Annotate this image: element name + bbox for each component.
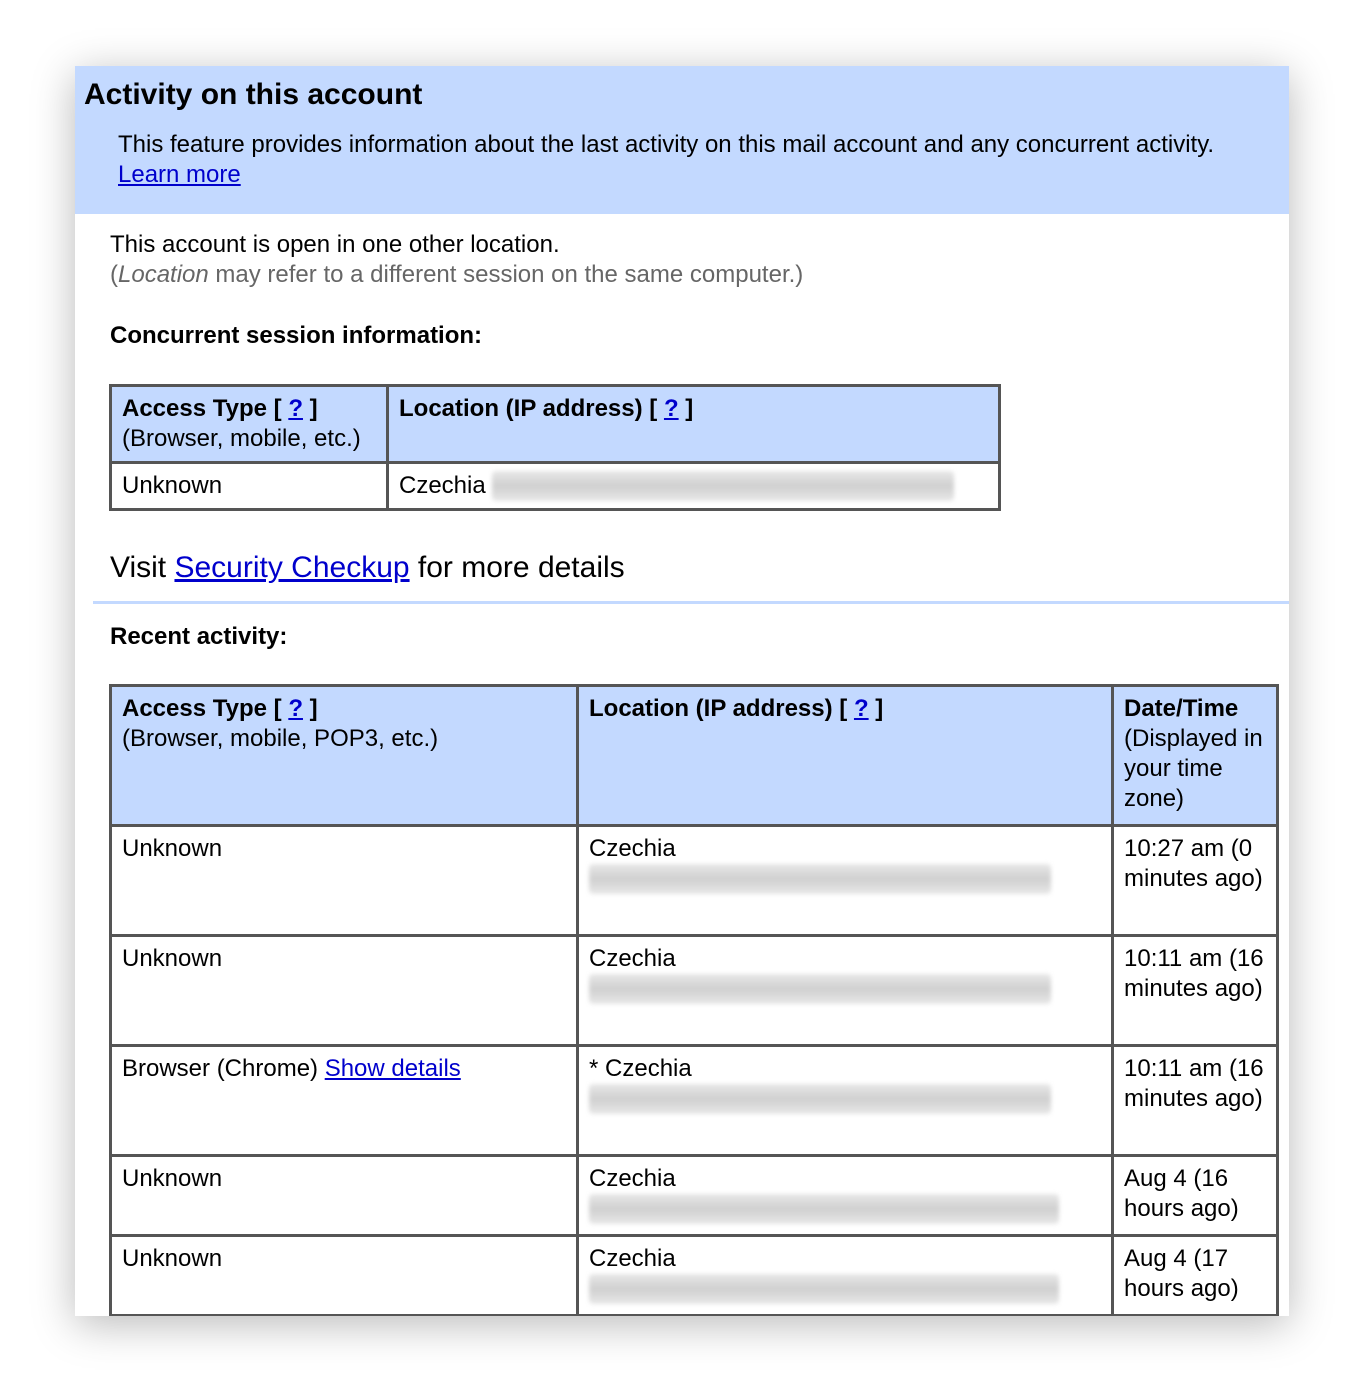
location-cell: Czechia(2a02:8308:303:b200:a941:b89f:a25… [576,1154,1114,1237]
help-link[interactable]: ? [854,695,869,722]
header-banner: Activity on this account This feature pr… [75,66,1289,214]
help-link[interactable]: ? [288,695,303,722]
location-cell: Czechia(2a02:8308:303:b200:dc78:a6d2:51b… [576,934,1114,1047]
visit-prefix: Visit [110,551,175,584]
access-type-cell: Browser (Chrome) Show details [109,1044,579,1157]
security-checkup-line: Visit Security Checkup for more details [110,549,625,587]
page-title: Activity on this account [84,78,423,111]
table-header-row: Access Type [ ? ] (Browser, mobile, POP3… [109,684,1279,827]
ip-address-blurred: (2a02:8308:303:b200:a941:b89f:a25b:42d7) [589,1194,1059,1224]
concurrent-heading: Concurrent session information: [110,322,483,349]
location-cell: Czechia (2a02:8308:303:b200:dc78:a6d2:51… [386,461,1001,511]
visit-suffix: for more details [409,551,625,584]
col-subtitle: (Browser, mobile, POP3, etc.) [122,725,439,752]
show-details-link[interactable]: Show details [325,1055,461,1082]
open-location-status: This account is open in one other locati… [110,231,560,258]
table-row: Unknown Czechia(2a02:8308:303:b200:dc78:… [109,934,1279,1047]
description-text: This feature provides information about … [118,131,1215,158]
ip-address-blurred: (2a02:8308:303:b200:dc78:a6d2:51b:b776) [589,974,1051,1004]
ip-address-blurred: (2a02:8308:303:b200:a941:b89f:a25b:42d7) [589,1274,1059,1304]
bracket: ] [875,695,884,722]
location-name: Czechia [589,1245,676,1272]
location-name: * Czechia [589,1055,692,1082]
location-cell: * Czechia(2a02:8308:303:b200:dc78:a6d2:5… [576,1044,1114,1157]
col-subtitle: (Displayed in your time zone) [1124,725,1263,812]
table-row: Browser (Chrome) Show details * Czechia(… [109,1044,1279,1157]
col-access-type: Access Type [ ? ] (Browser, mobile, POP3… [109,684,579,827]
date-time-cell: 10:11 am (16 minutes ago) [1111,934,1279,1047]
col-title: Access Type [ [122,695,282,722]
activity-panel: Activity on this account This feature pr… [75,66,1289,1316]
col-date-time: Date/Time (Displayed in your time zone) [1111,684,1279,827]
location-cell: Czechia(2a02:8308:303:b200:dc78:a6d2:51b… [576,824,1114,937]
description: This feature provides information about … [118,130,1258,190]
access-type-cell: Unknown [109,934,579,1047]
table-row: Unknown Czechia(2a02:8308:303:b200:a941:… [109,1234,1279,1316]
col-location: Location (IP address) [ ? ] [576,684,1114,827]
date-time-cell: Aug 4 (16 hours ago) [1111,1154,1279,1237]
bracket: ] [309,695,318,722]
location-cell: Czechia(2a02:8308:303:b200:a941:b89f:a25… [576,1234,1114,1316]
location-name: Czechia [589,945,676,972]
access-type-cell: Unknown [109,1234,579,1316]
note-open: ( [110,261,118,288]
security-checkup-link[interactable]: Security Checkup [174,551,409,584]
recent-activity-heading: Recent activity: [110,623,288,650]
ip-address-blurred: (2a02:8308:303:b200:dc78:a6d2:51b:b776) [589,1084,1051,1114]
ip-address-blurred: (2a02:8308:303:b200:dc78:a6d2:51b:b776) [589,864,1051,894]
access-type-cell: Unknown [109,461,389,511]
table-header-row: Access Type [ ? ] (Browser, mobile, etc.… [109,384,1001,464]
access-type-cell: Unknown [109,824,579,937]
table-row: Unknown Czechia(2a02:8308:303:b200:dc78:… [109,824,1279,937]
col-title: Location (IP address) [ [399,395,658,422]
table-row: Unknown Czechia (2a02:8308:303:b200:dc78… [109,461,1001,511]
note-italic: Location [118,261,209,288]
note-rest: may refer to a different session on the … [208,261,804,288]
help-link[interactable]: ? [288,395,303,422]
access-type-cell: Unknown [109,1154,579,1237]
location-name: Czechia [399,472,486,499]
col-subtitle: (Browser, mobile, etc.) [122,425,361,452]
table-row: Unknown Czechia(2a02:8308:303:b200:a941:… [109,1154,1279,1237]
date-time-cell: 10:27 am (0 minutes ago) [1111,824,1279,937]
learn-more-link[interactable]: Learn more [118,161,241,188]
col-title: Date/Time [1124,695,1239,722]
date-time-cell: Aug 4 (17 hours ago) [1111,1234,1279,1316]
col-title: Location (IP address) [ [589,695,848,722]
section-divider [93,601,1289,604]
recent-activity-table: Access Type [ ? ] (Browser, mobile, POP3… [109,684,1279,1316]
location-name: Czechia [589,1165,676,1192]
col-access-type: Access Type [ ? ] (Browser, mobile, etc.… [109,384,389,464]
date-time-cell: 10:11 am (16 minutes ago) [1111,1044,1279,1157]
ip-address-blurred: (2a02:8308:303:b200:dc78:a6d2:51b:b776) [492,471,955,501]
col-title: Access Type [ [122,395,282,422]
location-note: (Location may refer to a different sessi… [110,260,803,290]
concurrent-table: Access Type [ ? ] (Browser, mobile, etc.… [109,384,1001,511]
access-type-text: Browser (Chrome) [122,1055,319,1082]
bracket: ] [685,395,694,422]
location-name: Czechia [589,835,676,862]
col-location: Location (IP address) [ ? ] [386,384,1001,464]
bracket: ] [309,395,318,422]
help-link[interactable]: ? [664,395,679,422]
